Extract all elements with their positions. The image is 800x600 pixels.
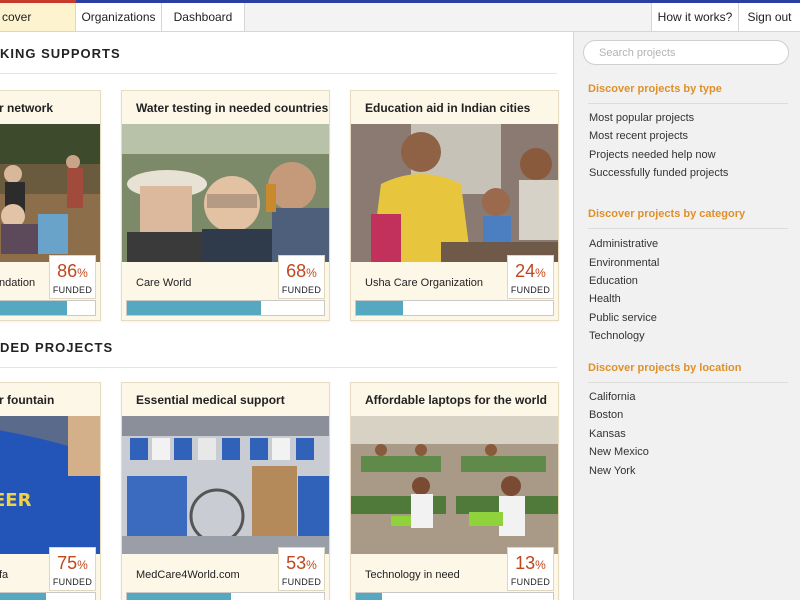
sidebar-link[interactable]: Kansas	[589, 428, 626, 440]
svg-text:EER: EER	[0, 490, 32, 511]
sidebar-link[interactable]: New York	[589, 465, 635, 477]
percent-sign: %	[77, 558, 88, 572]
funded-label: FUNDED	[510, 285, 551, 295]
sidebar-link[interactable]: California	[589, 391, 635, 403]
sidebar-divider	[588, 382, 788, 383]
section-title: DED PROJECTS	[0, 340, 114, 355]
nav-tab-organizations[interactable]: Organizations	[76, 3, 162, 31]
funded-label: FUNDED	[510, 577, 551, 587]
sidebar-link[interactable]: Environmental	[589, 257, 659, 269]
sidebar-link[interactable]: Education	[589, 275, 638, 287]
funded-percent-badge: 24% FUNDED	[507, 255, 554, 299]
funded-percent-badge: 75% FUNDED	[49, 547, 96, 591]
medical-supplies-photo[interactable]	[122, 416, 329, 554]
funding-progress-fill	[127, 593, 232, 600]
project-card[interactable]: Essential medical support MedCare4World.…	[121, 382, 330, 600]
project-card[interactable]: r network ndation 86% FUNDED	[0, 90, 101, 321]
funded-label: FUNDED	[281, 577, 322, 587]
funded-label: FUNDED	[52, 577, 93, 587]
funding-progress-fill	[356, 301, 404, 315]
funded-percent-value: 13	[515, 553, 536, 573]
funding-progress-fill	[0, 301, 68, 315]
project-card-organization: ndation	[0, 277, 36, 289]
sidebar-link[interactable]: Most recent projects	[589, 130, 688, 142]
water-testing-photo[interactable]	[122, 124, 329, 262]
how-it-works-link[interactable]: How it works?	[651, 3, 738, 31]
search-field[interactable]: Search projects	[583, 40, 789, 65]
project-card[interactable]: Affordable laptops for the world Technol…	[350, 382, 559, 600]
sidebar-divider	[588, 228, 788, 229]
funding-progress-fill	[127, 301, 261, 315]
main-content: KING SUPPORTS r network ndation 86% FUND…	[0, 32, 573, 600]
sidebar-link[interactable]: Public service	[589, 312, 657, 324]
funded-percent-badge: 86% FUNDED	[49, 255, 96, 299]
section-divider	[0, 73, 557, 74]
percent-sign: %	[535, 558, 546, 572]
funded-percent-value: 53	[286, 553, 307, 573]
sidebar-divider	[588, 103, 788, 104]
sidebar-heading-category: Discover projects by category	[588, 208, 746, 220]
sidebar-link[interactable]: Technology	[589, 330, 645, 342]
funding-progress-bar	[0, 592, 96, 600]
funded-percent-badge: 53% FUNDED	[278, 547, 325, 591]
funded-percent-badge: 68% FUNDED	[278, 255, 325, 299]
funding-progress-bar	[126, 592, 325, 600]
funded-label: FUNDED	[52, 285, 93, 295]
funded-percent-value: 75	[57, 553, 78, 573]
sidebar-link[interactable]: Projects needed help now	[589, 149, 716, 161]
project-card-organization: Technology in need	[365, 569, 460, 581]
sidebar: Search projects Discover projects by typ…	[573, 32, 800, 600]
top-navigation-bar: cover projects Organizations Dashboard H…	[0, 0, 800, 52]
funded-label: FUNDED	[281, 285, 322, 295]
sidebar-link[interactable]: New Mexico	[589, 446, 649, 458]
section-divider	[0, 367, 557, 368]
funded-percent-value: 86	[57, 261, 78, 281]
project-card[interactable]: Water testing in needed countries Care W…	[121, 90, 330, 321]
sidebar-heading-type: Discover projects by type	[588, 83, 722, 95]
classroom-children-photo[interactable]	[351, 124, 558, 262]
project-card[interactable]: r fountain EER fa 75% FUNDED	[0, 382, 101, 600]
project-card-title[interactable]: Affordable laptops for the world	[365, 393, 547, 407]
project-card-title[interactable]: Water testing in needed countries	[136, 101, 328, 115]
project-card-organization: fa	[0, 569, 9, 581]
sidebar-link[interactable]: Health	[589, 293, 621, 305]
project-card-organization: Care World	[136, 277, 192, 289]
project-card[interactable]: Education aid in Indian cities Usha Care…	[350, 90, 559, 321]
project-card-title[interactable]: r fountain	[0, 393, 54, 407]
funding-progress-bar	[126, 300, 325, 316]
project-card-organization: Usha Care Organization	[365, 277, 484, 289]
sidebar-heading-location: Discover projects by location	[588, 362, 742, 374]
percent-sign: %	[306, 558, 317, 572]
funding-progress-bar	[355, 592, 554, 600]
funding-progress-bar	[0, 300, 96, 316]
funding-progress-fill	[356, 593, 382, 600]
volunteer-shirt-photo[interactable]: EER	[0, 416, 100, 554]
percent-sign: %	[77, 266, 88, 280]
project-card-title[interactable]: Education aid in Indian cities	[365, 101, 530, 115]
project-card-organization: MedCare4World.com	[136, 569, 240, 581]
sidebar-link[interactable]: Administrative	[589, 238, 658, 250]
nav-tab-discover-projects[interactable]: cover projects	[0, 3, 76, 52]
funded-percent-value: 24	[515, 261, 536, 281]
sidebar-link[interactable]: Boston	[589, 409, 623, 421]
funded-percent-badge: 13% FUNDED	[507, 547, 554, 591]
nav-tab-dashboard[interactable]: Dashboard	[162, 3, 245, 31]
funding-progress-bar	[355, 300, 554, 316]
percent-sign: %	[306, 266, 317, 280]
funding-progress-fill	[0, 593, 46, 600]
project-card-title[interactable]: Essential medical support	[136, 393, 285, 407]
volunteers-planting-photo[interactable]	[0, 124, 100, 262]
percent-sign: %	[535, 266, 546, 280]
sign-out-link[interactable]: Sign out	[738, 3, 800, 31]
project-card-title[interactable]: r network	[0, 101, 53, 115]
funded-percent-value: 68	[286, 261, 307, 281]
search-input[interactable]: Search projects	[599, 47, 675, 59]
sidebar-link[interactable]: Successfully funded projects	[589, 167, 728, 179]
sidebar-link[interactable]: Most popular projects	[589, 112, 694, 124]
students-laptops-photo[interactable]	[351, 416, 558, 554]
section-title: KING SUPPORTS	[0, 46, 121, 61]
